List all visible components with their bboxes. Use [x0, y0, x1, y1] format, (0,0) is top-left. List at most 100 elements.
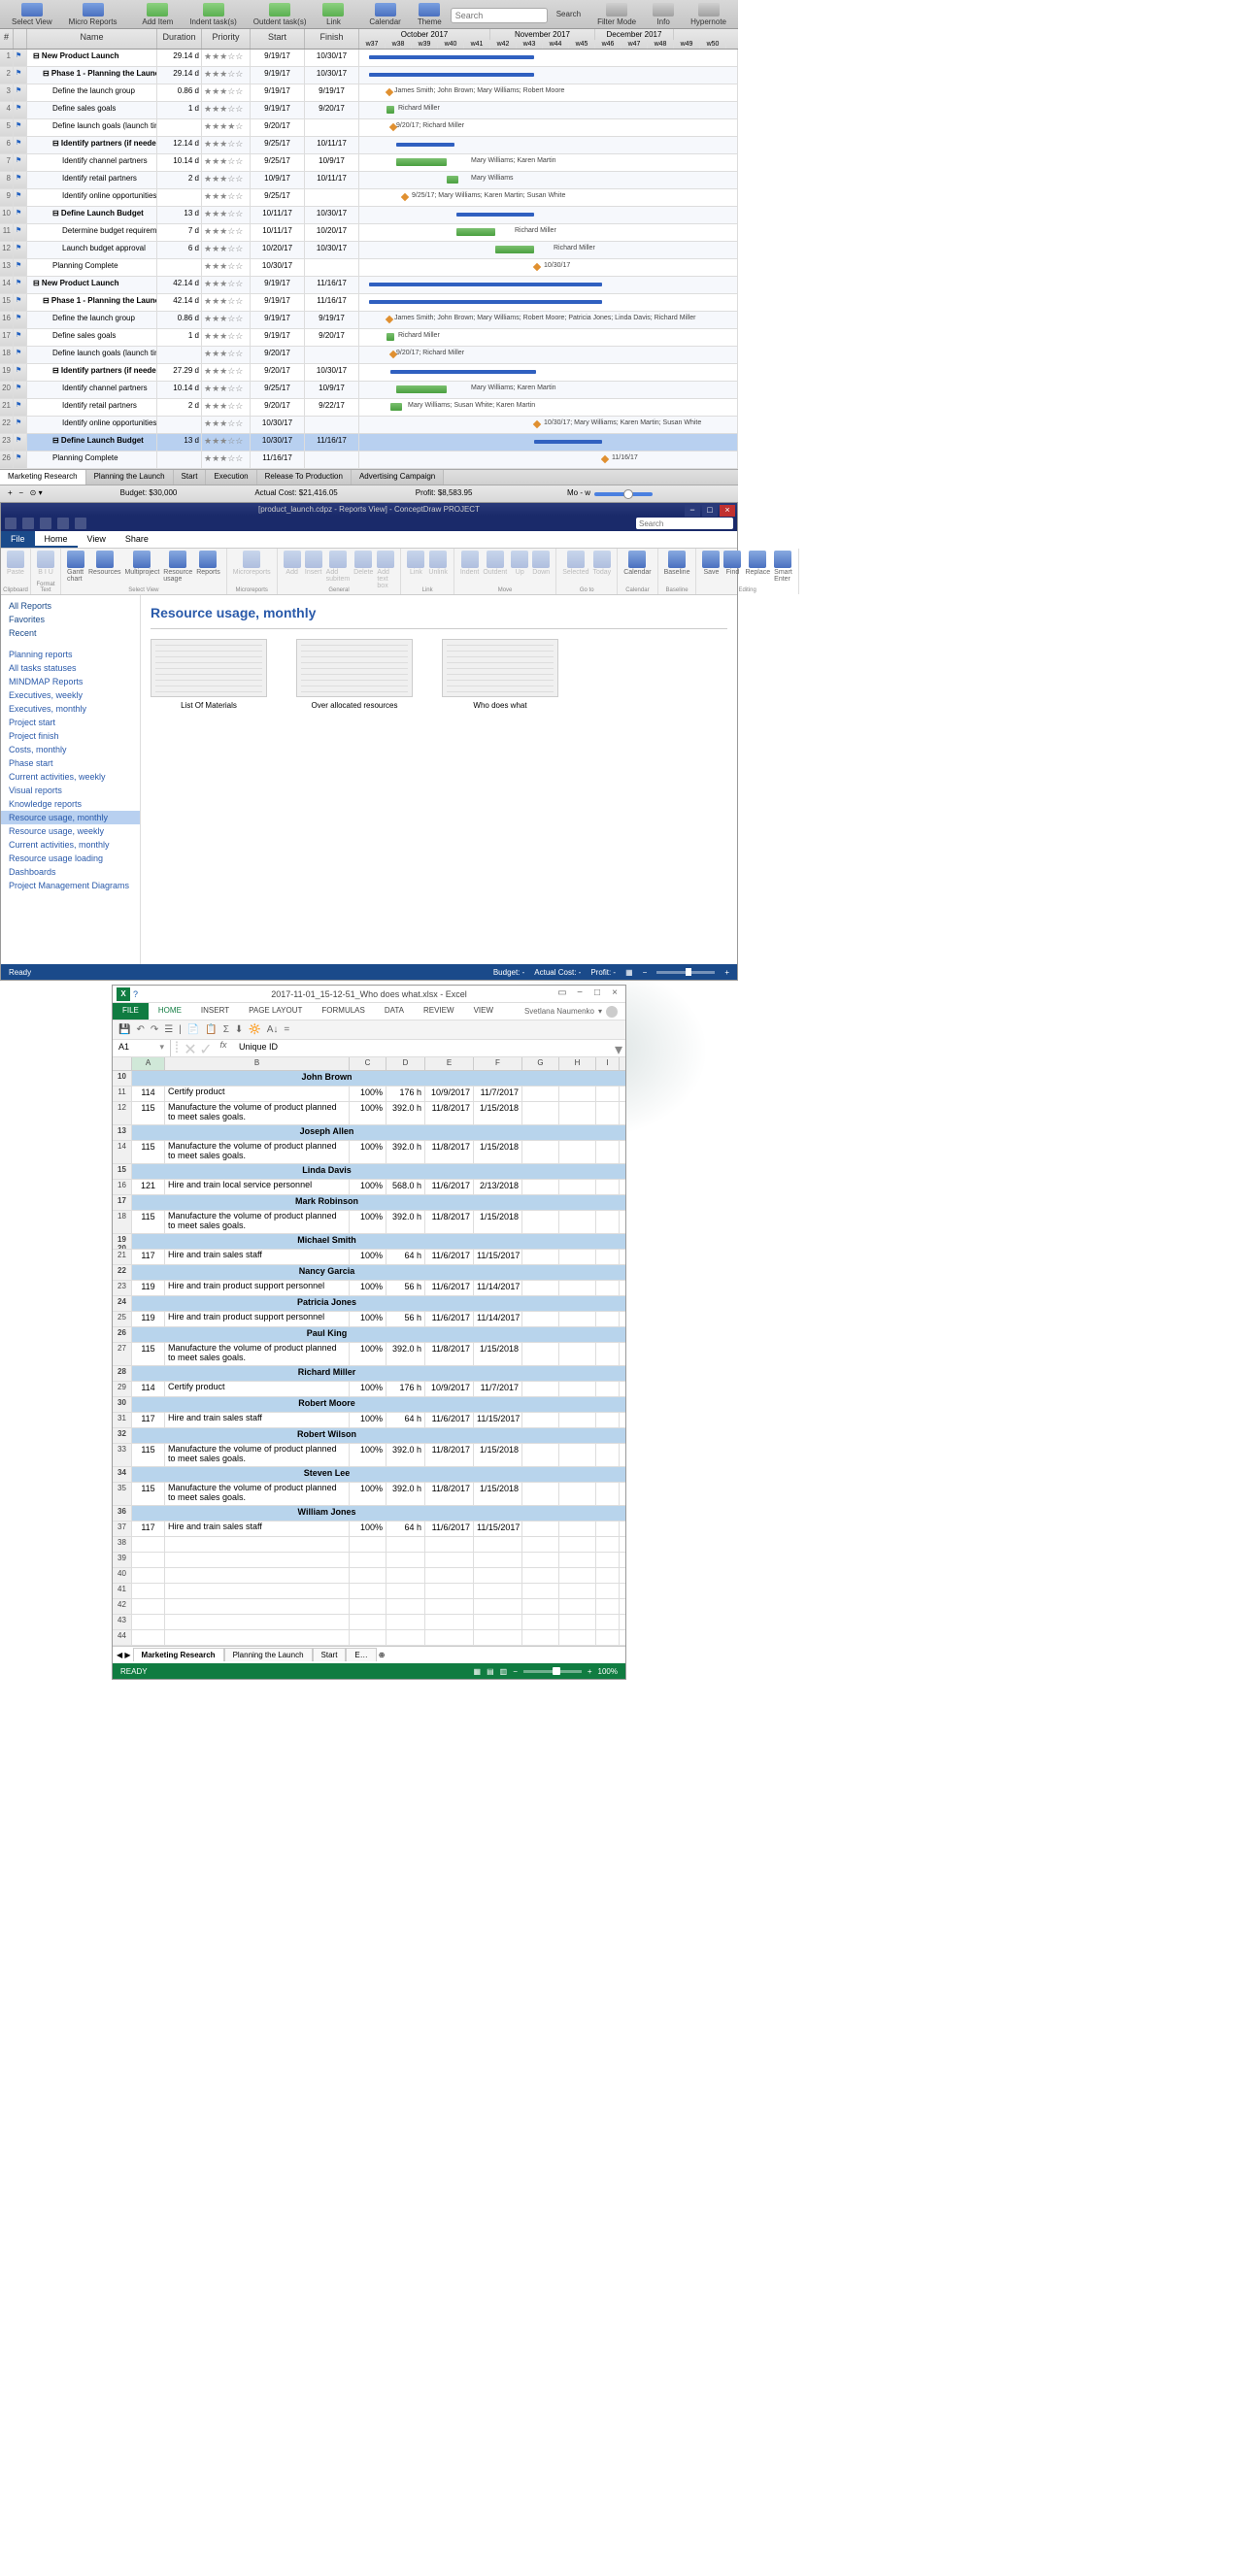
task-name[interactable]: Define launch goals (launch timing and p…: [27, 119, 157, 136]
group-header-row[interactable]: 22Nancy Garcia: [113, 1265, 625, 1281]
task-row[interactable]: 16 ⚑ Define the launch group 0.86 d ★★★☆…: [0, 312, 738, 329]
row-flag[interactable]: ⚑: [14, 277, 27, 293]
sheet-tab[interactable]: E…: [346, 1648, 376, 1661]
col-priority[interactable]: Priority: [202, 29, 251, 49]
qat-undo-icon[interactable]: [57, 518, 69, 529]
gantt-cell[interactable]: 10/30/17; Mary Williams; Karen Martin; S…: [359, 417, 738, 433]
task-row[interactable]: 26 ⚑ Planning Complete ★★★☆☆ 11/16/17 11…: [0, 452, 738, 469]
sidebar-item[interactable]: Project finish: [1, 729, 140, 743]
qat-new-icon[interactable]: [5, 518, 17, 529]
col-start[interactable]: Start: [251, 29, 305, 49]
task-start[interactable]: 10/30/17: [251, 417, 305, 433]
data-row[interactable]: 23119Hire and train product support pers…: [113, 1281, 625, 1296]
formula-input[interactable]: Unique ID: [233, 1040, 612, 1056]
task-finish[interactable]: 10/11/17: [305, 137, 359, 153]
task-duration[interactable]: 7 d: [157, 224, 202, 241]
group-header-row[interactable]: 24Patricia Jones: [113, 1296, 625, 1312]
task-start[interactable]: 11/16/17: [251, 452, 305, 468]
group-header-row[interactable]: 10John Brown: [113, 1071, 625, 1087]
task-finish[interactable]: 9/19/17: [305, 84, 359, 101]
tab-data[interactable]: DATA: [375, 1003, 414, 1020]
ribbon-options-icon[interactable]: ▭: [555, 987, 569, 1001]
task-duration[interactable]: [157, 259, 202, 276]
group-header-row[interactable]: 34Steven Lee: [113, 1467, 625, 1483]
data-row[interactable]: 14115Manufacture the volume of product p…: [113, 1141, 625, 1164]
sidebar-item[interactable]: Current activities, monthly: [1, 838, 140, 852]
task-start[interactable]: 9/19/17: [251, 50, 305, 66]
ribbon-btn-find[interactable]: Find: [723, 551, 741, 576]
task-start[interactable]: 9/19/17: [251, 277, 305, 293]
task-name[interactable]: Identify retail partners: [27, 399, 157, 416]
row-flag[interactable]: ⚑: [14, 67, 27, 84]
task-duration[interactable]: 2 d: [157, 399, 202, 416]
task-priority[interactable]: ★★★☆☆: [202, 172, 251, 188]
task-start[interactable]: 9/20/17: [251, 364, 305, 381]
minimize-button[interactable]: −: [573, 987, 587, 1001]
row-flag[interactable]: ⚑: [14, 364, 27, 381]
task-start[interactable]: 9/20/17: [251, 347, 305, 363]
task-start[interactable]: 9/20/17: [251, 119, 305, 136]
sidebar-item[interactable]: Planning reports: [1, 648, 140, 661]
tab-formulas[interactable]: FORMULAS: [312, 1003, 374, 1020]
task-finish[interactable]: 10/30/17: [305, 50, 359, 66]
sidebar-item[interactable]: Executives, weekly: [1, 688, 140, 702]
row-flag[interactable]: ⚑: [14, 189, 27, 206]
gantt-cell[interactable]: Richard Miller: [359, 224, 738, 241]
task-name[interactable]: Launch budget approval: [27, 242, 157, 258]
task-priority[interactable]: ★★★☆☆: [202, 417, 251, 433]
task-finish[interactable]: 10/30/17: [305, 67, 359, 84]
task-name[interactable]: ⊟ Phase 1 - Planning the Launch: [27, 67, 157, 84]
sidebar-header-item[interactable]: Favorites: [1, 613, 140, 626]
data-row[interactable]: 31117Hire and train sales staff100%64 h1…: [113, 1413, 625, 1428]
task-priority[interactable]: ★★★☆☆: [202, 137, 251, 153]
zoom-controls[interactable]: + − ⊙ ▾: [8, 488, 43, 499]
sidebar-item[interactable]: Knowledge reports: [1, 797, 140, 811]
task-row[interactable]: 3 ⚑ Define the launch group 0.86 d ★★★☆☆…: [0, 84, 738, 102]
mode-label[interactable]: Mo - w: [567, 488, 590, 499]
worksheet-grid[interactable]: ABCDEFGHI 10John Brown11114Certify produ…: [113, 1057, 625, 1646]
task-start[interactable]: 9/25/17: [251, 382, 305, 398]
search-input[interactable]: [636, 518, 733, 529]
report-thumbnail[interactable]: Over allocated resources: [296, 639, 413, 710]
row-flag[interactable]: ⚑: [14, 399, 27, 416]
tab-insert[interactable]: INSERT: [191, 1003, 239, 1020]
zoom-slider[interactable]: [656, 971, 715, 974]
col-header[interactable]: C: [350, 1057, 386, 1070]
row-flag[interactable]: ⚑: [14, 434, 27, 451]
col-flag[interactable]: [14, 29, 27, 49]
task-row[interactable]: 11 ⚑ Determine budget requirements 7 d ★…: [0, 224, 738, 242]
col-header[interactable]: I: [596, 1057, 620, 1070]
gantt-cell[interactable]: James Smith; John Brown; Mary Williams; …: [359, 84, 738, 101]
task-row[interactable]: 10 ⚑ ⊟ Define Launch Budget 13 d ★★★☆☆ 1…: [0, 207, 738, 224]
col-header[interactable]: A: [132, 1057, 165, 1070]
task-finish[interactable]: 10/20/17: [305, 224, 359, 241]
task-name[interactable]: Identify online opportunities: [27, 417, 157, 433]
task-start[interactable]: 10/11/17: [251, 207, 305, 223]
view-layout-icon[interactable]: ▤: [487, 1667, 494, 1676]
task-name[interactable]: Define the launch group: [27, 84, 157, 101]
blank-row[interactable]: 39: [113, 1553, 625, 1568]
task-finish[interactable]: 11/16/17: [305, 434, 359, 451]
task-duration[interactable]: 1 d: [157, 102, 202, 118]
task-row[interactable]: 19 ⚑ ⊟ Identify partners (if needed) 27.…: [0, 364, 738, 382]
task-start[interactable]: 9/19/17: [251, 329, 305, 346]
task-row[interactable]: 1 ⚑ ⊟ New Product Launch 29.14 d ★★★☆☆ 9…: [0, 50, 738, 67]
gantt-cell[interactable]: [359, 67, 738, 84]
col-header[interactable]: F: [474, 1057, 522, 1070]
sidebar-header-item[interactable]: All Reports: [1, 599, 140, 613]
task-priority[interactable]: ★★★☆☆: [202, 452, 251, 468]
task-start[interactable]: 9/19/17: [251, 294, 305, 311]
task-finish[interactable]: [305, 119, 359, 136]
sidebar-item[interactable]: Resource usage, monthly: [1, 811, 140, 824]
undo-icon[interactable]: ↶: [136, 1024, 144, 1035]
task-name[interactable]: ⊟ Phase 1 - Planning the Launch: [27, 294, 157, 311]
task-finish[interactable]: 9/20/17: [305, 102, 359, 118]
ribbon-btn-baseline[interactable]: Baseline: [664, 551, 690, 576]
add-sheet[interactable]: ⊕: [379, 1651, 386, 1659]
data-row[interactable]: 11114Certify product100%176 h10/9/201711…: [113, 1087, 625, 1102]
search-button[interactable]: Search: [549, 9, 588, 19]
task-name[interactable]: Identify channel partners: [27, 382, 157, 398]
task-start[interactable]: 10/9/17: [251, 172, 305, 188]
ribbon-btn-save[interactable]: Save: [702, 551, 720, 576]
task-finish[interactable]: 9/20/17: [305, 329, 359, 346]
